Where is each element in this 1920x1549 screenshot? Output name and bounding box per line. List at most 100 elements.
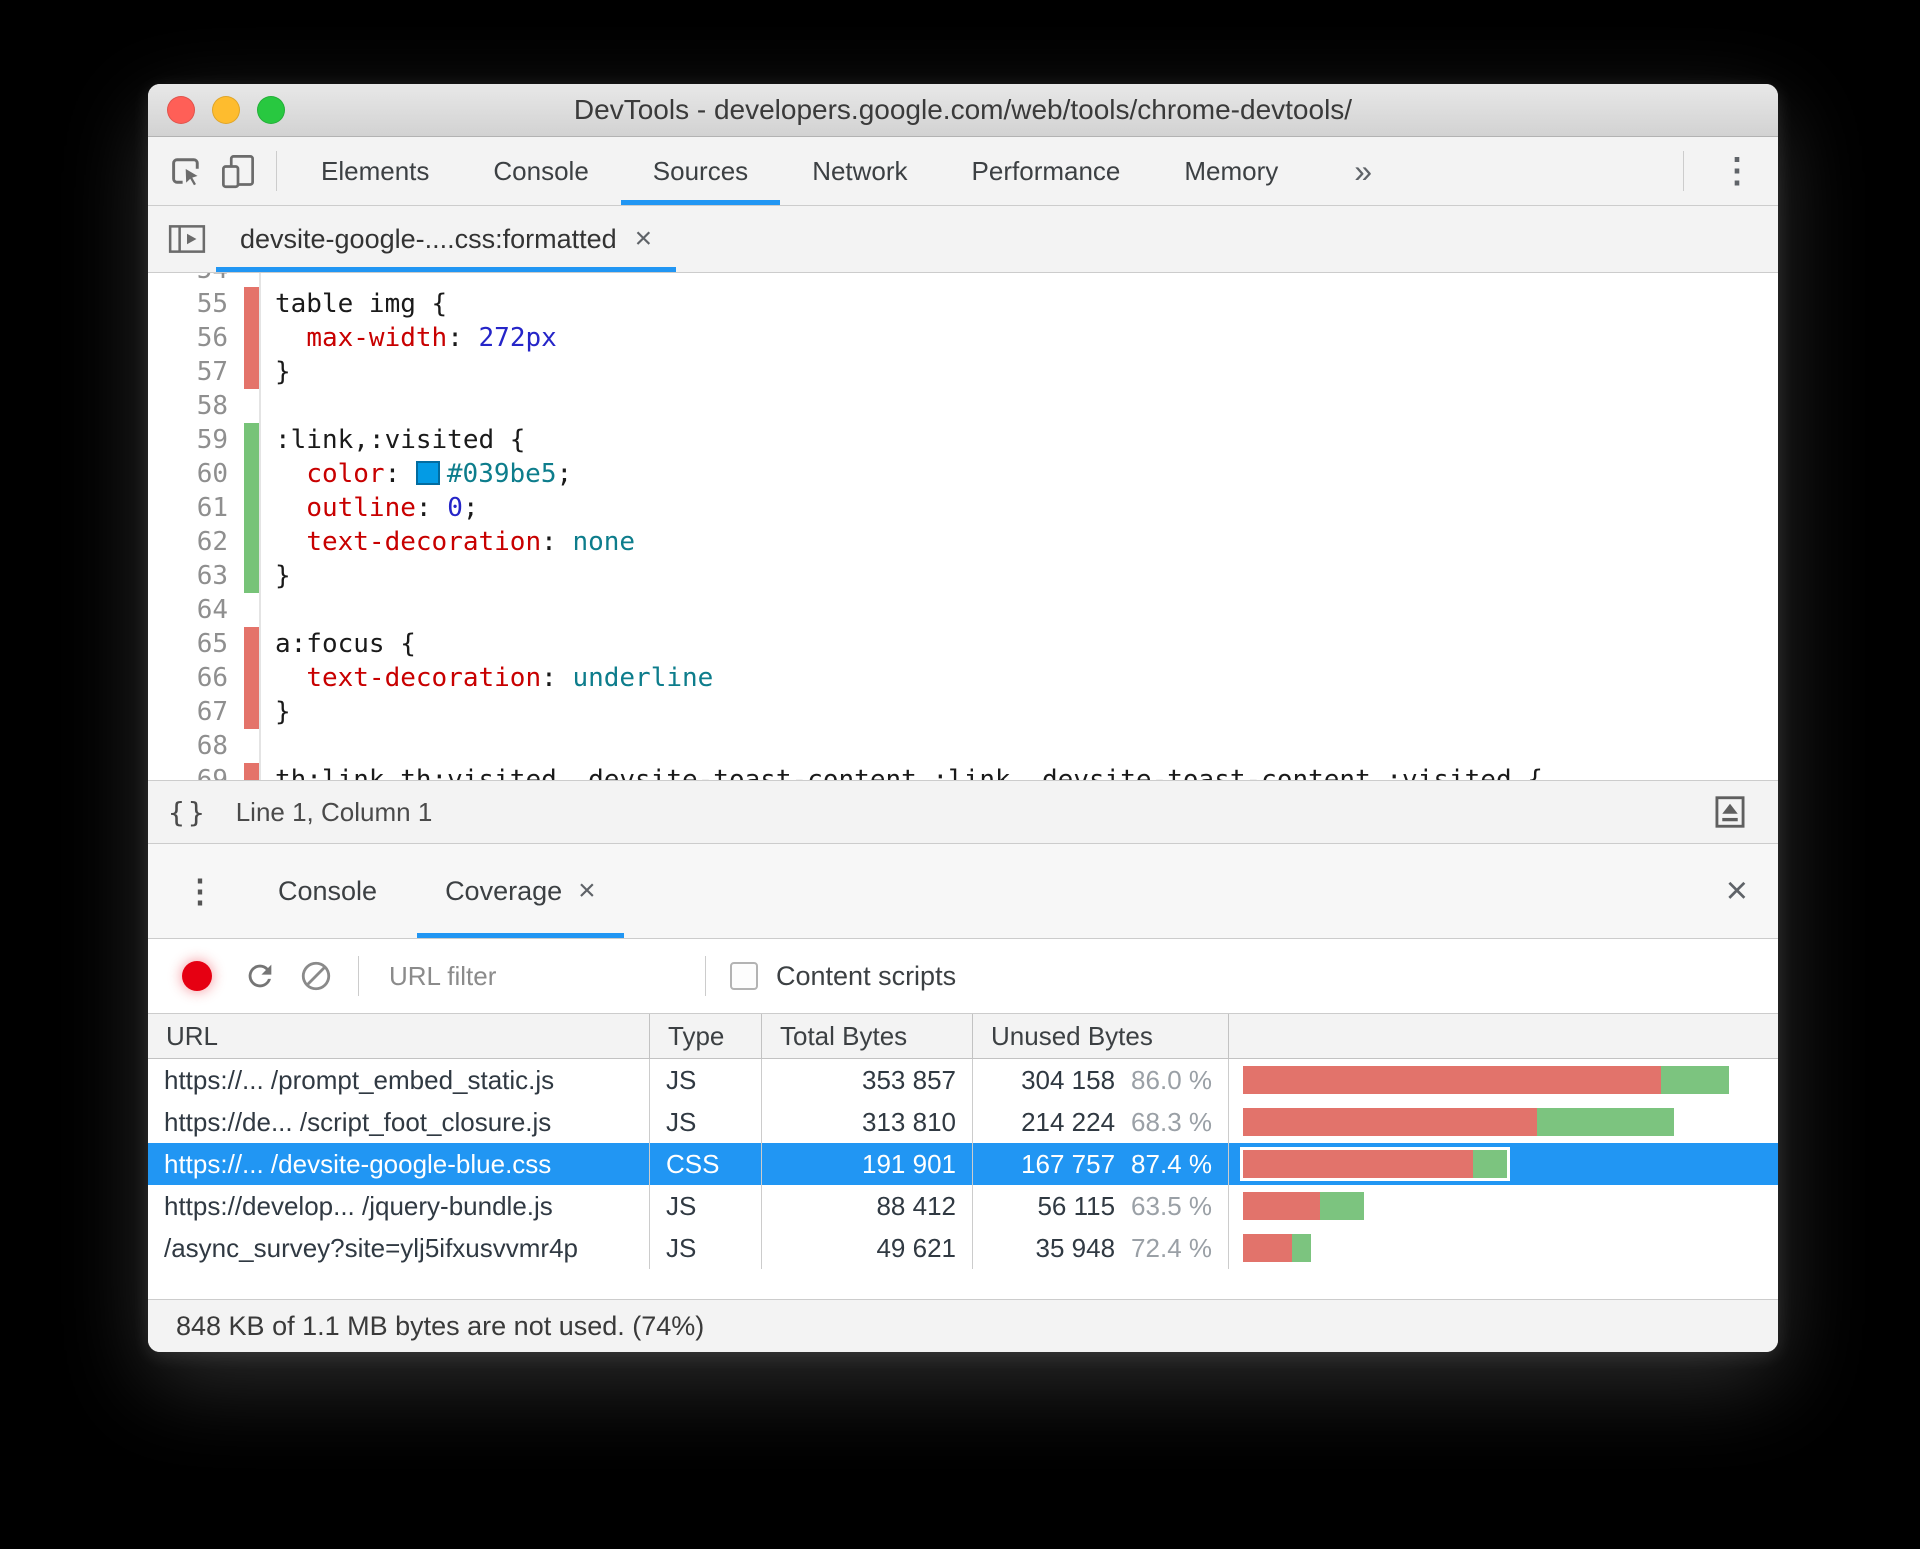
content-scripts-checkbox[interactable]: [730, 962, 758, 990]
code-line: 58: [148, 389, 1778, 423]
drawer-tab-console[interactable]: Console: [250, 844, 405, 938]
line-number: 61: [196, 493, 228, 523]
type-cell: JS: [650, 1059, 762, 1101]
close-file-tab-icon[interactable]: ×: [635, 222, 653, 256]
expand-panel-icon[interactable]: [1702, 793, 1758, 831]
column-header-unused-bytes[interactable]: Unused Bytes: [973, 1014, 1229, 1058]
code-text: text-decoration: none: [306, 527, 636, 557]
drawer-menu-icon[interactable]: ⋮: [162, 844, 238, 938]
tab-elements[interactable]: Elements: [289, 137, 461, 205]
coverage-marker: [244, 491, 261, 525]
close-coverage-tab-icon[interactable]: ×: [578, 874, 596, 908]
more-panels-button[interactable]: »: [1326, 137, 1400, 205]
code-text: outline: 0;: [306, 493, 479, 523]
usage-bar: [1243, 1066, 1729, 1094]
used-bar-segment: [1292, 1234, 1311, 1262]
pretty-print-icon[interactable]: {}: [168, 796, 208, 829]
coverage-marker: [244, 627, 261, 661]
clear-icon[interactable]: [288, 959, 344, 993]
coverage-marker: [244, 695, 261, 729]
column-header-url[interactable]: URL: [148, 1014, 650, 1058]
code-text: }: [275, 561, 291, 591]
coverage-row[interactable]: https://... /devsite-google-blue.css CSS…: [148, 1143, 1778, 1185]
url-filter-input[interactable]: [387, 959, 691, 993]
toolbar-separator: [1683, 151, 1684, 191]
show-navigator-icon[interactable]: [158, 206, 216, 272]
coverage-row[interactable]: /async_survey?site=ylj5ifxusvvmr4p JS 49…: [148, 1227, 1778, 1269]
used-bar-segment: [1320, 1192, 1364, 1220]
unused-bar-segment: [1243, 1234, 1292, 1262]
total-bytes-cell: 88 412: [762, 1185, 973, 1227]
close-window-button[interactable]: [167, 96, 195, 124]
inspect-icon[interactable]: [160, 137, 212, 205]
coverage-marker: [244, 593, 261, 627]
minimize-window-button[interactable]: [212, 96, 240, 124]
used-bar-segment: [1473, 1150, 1507, 1178]
unused-bytes-cell: 167 757 87.4 %: [973, 1143, 1229, 1185]
code-line: 56 max-width: 272px: [148, 321, 1778, 355]
code-line: 54: [148, 273, 1778, 287]
coverage-marker: [244, 457, 261, 491]
code-line: 67 }: [148, 695, 1778, 729]
coverage-row[interactable]: https://develop... /jquery-bundle.js JS …: [148, 1185, 1778, 1227]
file-tab-label: devsite-google-....css:formatted: [240, 223, 617, 254]
code-line: 61 outline: 0;: [148, 491, 1778, 525]
coverage-summary-bar: 848 KB of 1.1 MB bytes are not used. (74…: [148, 1299, 1778, 1352]
coverage-marker: [244, 661, 261, 695]
usage-bar-cell: [1229, 1227, 1778, 1269]
unused-bar-segment: [1243, 1150, 1473, 1178]
unused-bytes-cell: 35 948 72.4 %: [973, 1227, 1229, 1269]
code-line: 55 table img {: [148, 287, 1778, 321]
unused-bar-segment: [1243, 1192, 1320, 1220]
usage-bar: [1243, 1108, 1674, 1136]
file-tab[interactable]: devsite-google-....css:formatted ×: [216, 206, 676, 272]
maximize-window-button[interactable]: [257, 96, 285, 124]
total-bytes-cell: 191 901: [762, 1143, 973, 1185]
toolbar-separator: [276, 151, 277, 191]
coverage-row[interactable]: https://... /prompt_embed_static.js JS 3…: [148, 1059, 1778, 1101]
main-toolbar: Elements Console Sources Network Performance…: [148, 137, 1778, 206]
coverage-marker: [244, 559, 261, 593]
tab-memory[interactable]: Memory: [1152, 137, 1310, 205]
total-bytes-cell: 353 857: [762, 1059, 973, 1101]
coverage-marker: [244, 423, 261, 457]
unused-bytes-cell: 304 158 86.0 %: [973, 1059, 1229, 1101]
coverage-marker: [244, 287, 261, 321]
color-swatch[interactable]: [415, 461, 440, 485]
close-drawer-icon[interactable]: ×: [1696, 844, 1778, 938]
coverage-table-header: URL Type Total Bytes Unused Bytes: [148, 1014, 1778, 1059]
column-header-total-bytes[interactable]: Total Bytes: [762, 1014, 973, 1058]
column-header-type[interactable]: Type: [650, 1014, 762, 1058]
code-line: 62 text-decoration: none: [148, 525, 1778, 559]
record-button[interactable]: [182, 961, 212, 991]
unused-bytes-cell: 214 224 68.3 %: [973, 1101, 1229, 1143]
type-cell: JS: [650, 1227, 762, 1269]
code-line: 65 a:focus {: [148, 627, 1778, 661]
tab-network[interactable]: Network: [780, 137, 939, 205]
code-line: 57 }: [148, 355, 1778, 389]
code-text: a:focus {: [275, 629, 416, 659]
editor-status-bar: {} Line 1, Column 1: [148, 780, 1778, 843]
code-editor[interactable]: 54 55 table img { 56 max-width: 272px 57…: [148, 273, 1778, 780]
main-menu-button[interactable]: ⋮: [1696, 137, 1778, 205]
device-toolbar-icon[interactable]: [212, 137, 264, 205]
reload-icon[interactable]: [232, 959, 288, 993]
cursor-position: Line 1, Column 1: [235, 796, 433, 827]
line-number: 58: [196, 391, 228, 421]
tab-sources[interactable]: Sources: [621, 137, 780, 205]
line-number: 59: [196, 425, 228, 455]
tab-console[interactable]: Console: [461, 137, 620, 205]
column-header[interactable]: [1229, 1014, 1778, 1058]
tab-performance[interactable]: Performance: [940, 137, 1153, 205]
coverage-marker: [244, 321, 261, 355]
coverage-row[interactable]: https://de... /script_foot_closure.js JS…: [148, 1101, 1778, 1143]
coverage-marker: [244, 763, 261, 780]
drawer-tab-coverage[interactable]: Coverage ×: [417, 844, 624, 938]
line-number: 66: [196, 663, 228, 693]
usage-bar: [1243, 1234, 1311, 1262]
line-number: 62: [196, 527, 228, 557]
unused-bar-segment: [1243, 1108, 1537, 1136]
